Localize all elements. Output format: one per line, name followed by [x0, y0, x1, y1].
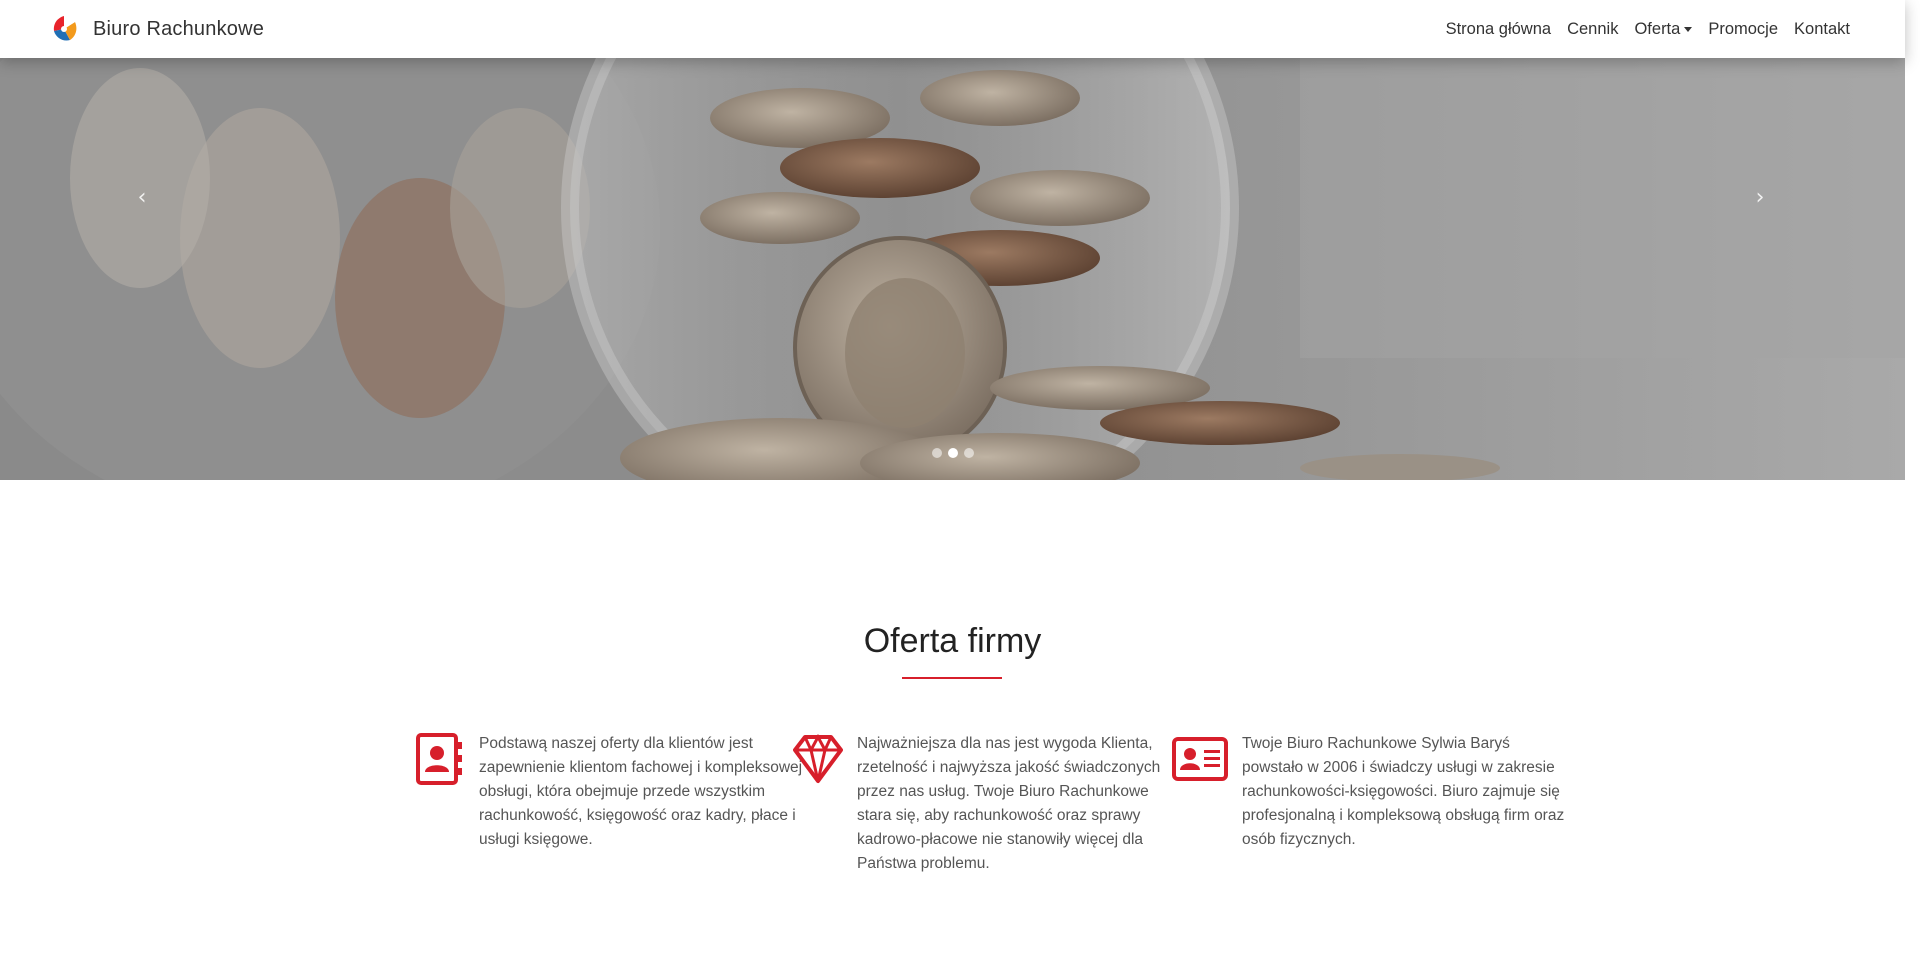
feature-text: Podstawą naszej oferty dla klientów jest…	[479, 735, 803, 848]
carousel-prev-button[interactable]: ‹	[122, 176, 162, 220]
title-underline	[902, 677, 1002, 679]
brand-name: Biuro Rachunkowe	[93, 17, 265, 40]
nav-item-promotions[interactable]: Promocje	[1708, 20, 1778, 39]
feature-item: Najważniejsza dla nas jest wygoda Klient…	[793, 732, 1182, 876]
nav-item-label: Kontakt	[1794, 19, 1850, 38]
carousel-indicator[interactable]	[963, 448, 974, 458]
section-title: Oferta firmy	[863, 622, 1042, 660]
chevron-right-icon: ›	[1755, 185, 1765, 210]
nav-item-pricing[interactable]: Cennik	[1567, 20, 1618, 39]
nav-item-label: Cennik	[1567, 19, 1619, 38]
diamond-icon	[793, 733, 843, 783]
feature-text: Najważniejsza dla nas jest wygoda Klient…	[857, 735, 1161, 872]
nav-item-home[interactable]: Strona główna	[1446, 20, 1552, 39]
carousel-next-button[interactable]: ›	[1740, 176, 1780, 220]
swirl-logo-icon	[53, 16, 77, 41]
main-nav: Strona główna Cennik Oferta Promocje Kon…	[1430, 0, 1850, 58]
caret-down-icon	[1684, 26, 1693, 32]
hero-carousel: ‹ ›	[0, 58, 1905, 480]
nav-item-label: Strona główna	[1445, 19, 1552, 38]
nav-item-contact[interactable]: Kontakt	[1794, 20, 1850, 39]
nav-item-label: Promocje	[1708, 19, 1779, 38]
brand-link[interactable]: Biuro Rachunkowe	[48, 13, 264, 45]
chevron-left-icon: ‹	[137, 185, 147, 210]
feature-item: Podstawą naszej oferty dla klientów jest…	[415, 732, 804, 852]
address-book-icon	[416, 733, 462, 785]
coins-jar-image	[0, 58, 1905, 480]
page: Biuro Rachunkowe Strona główna Cennik Of…	[0, 0, 1905, 970]
carousel-indicator-active[interactable]	[947, 448, 958, 458]
nav-item-label: Oferta	[1634, 19, 1681, 38]
carousel-indicator[interactable]	[931, 448, 942, 458]
navbar: Biuro Rachunkowe Strona główna Cennik Of…	[0, 0, 1905, 58]
id-card-icon	[1172, 737, 1228, 781]
feature-text: Twoje Biuro Rachunkowe Sylwia Baryś pows…	[1242, 735, 1565, 848]
carousel-indicators	[0, 448, 1905, 458]
nav-item-offer-dropdown[interactable]: Oferta	[1634, 19, 1693, 39]
feature-item: Twoje Biuro Rachunkowe Sylwia Baryś pows…	[1172, 732, 1567, 852]
